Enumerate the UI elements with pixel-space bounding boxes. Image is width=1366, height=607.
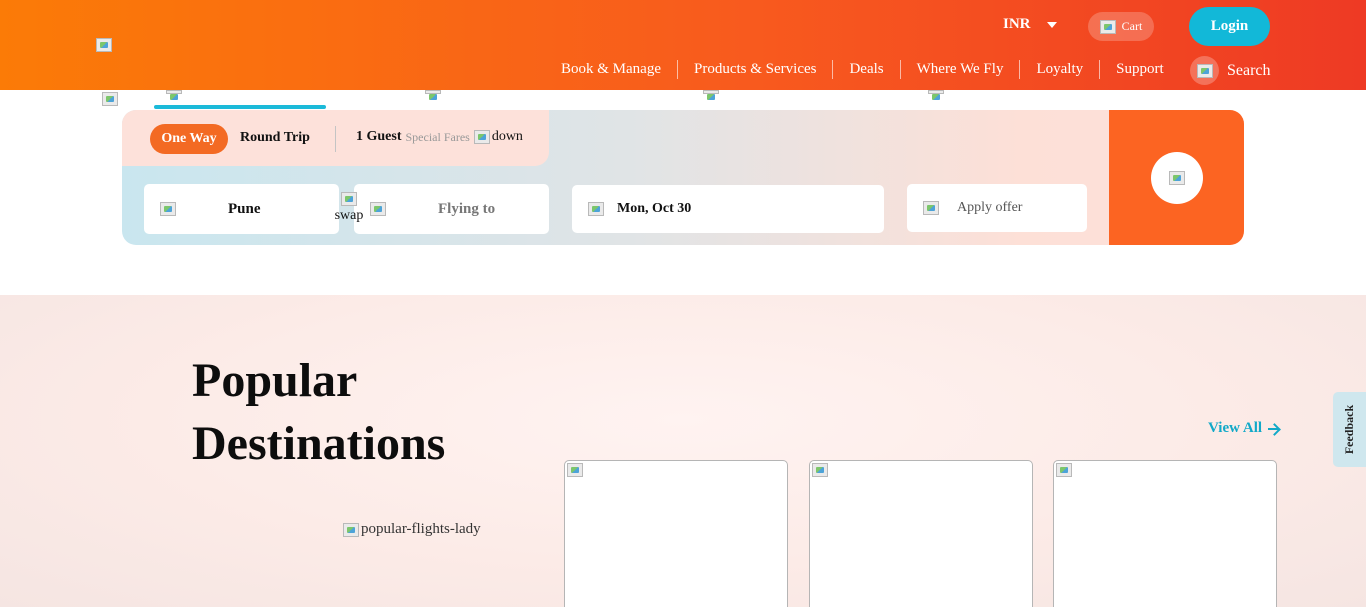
down-icon — [473, 130, 490, 144]
cart-button[interactable]: Cart — [1088, 12, 1154, 41]
search-label: Search — [1227, 61, 1271, 79]
cart-label: Cart — [1121, 19, 1143, 33]
guests-count: 1 Guest — [356, 129, 402, 144]
trip-type-bar: One Way Round Trip 1 Guest Special Fares… — [122, 110, 549, 166]
nav-support[interactable]: Support — [1099, 60, 1180, 79]
brand-logo[interactable] — [96, 38, 112, 52]
arrow-right-icon — [1169, 171, 1185, 185]
section-title: Popular Destinations — [192, 354, 446, 470]
tab-icon-2[interactable] — [425, 90, 441, 100]
from-value: Pune — [228, 200, 261, 217]
to-placeholder: Flying to — [438, 200, 496, 217]
nav-loyalty[interactable]: Loyalty — [1019, 60, 1099, 79]
main-nav: Book & Manage Products & Services Deals … — [545, 60, 1180, 79]
feedback-label: Feedback — [1342, 404, 1356, 455]
round-trip-toggle[interactable]: Round Trip — [240, 130, 310, 146]
booking-widget: One Way Round Trip 1 Guest Special Fares… — [122, 110, 1244, 245]
to-field[interactable]: Flying to — [354, 184, 549, 234]
guests-selector[interactable]: 1 Guest Special Fares down — [356, 129, 523, 145]
swap-icon — [341, 192, 357, 206]
destination-card[interactable] — [1053, 460, 1277, 607]
divider — [335, 126, 336, 152]
arrow-right-icon — [1268, 423, 1280, 435]
destination-image — [567, 463, 583, 477]
down-alt-text: down — [491, 129, 523, 144]
view-all-link[interactable]: View All — [1208, 420, 1280, 437]
currency-label: INR — [1003, 16, 1031, 32]
chevron-down-icon: down — [473, 129, 523, 145]
one-way-toggle[interactable]: One Way — [150, 124, 228, 154]
tab-icon-3[interactable] — [703, 90, 719, 100]
date-field[interactable]: Mon, Oct 30 — [572, 185, 884, 233]
popular-flights-lady-image: popular-flights-lady — [343, 521, 481, 538]
calendar-icon — [588, 202, 604, 216]
tab-flights-icon[interactable] — [102, 92, 118, 106]
feedback-tab[interactable]: Feedback — [1333, 392, 1366, 467]
from-field[interactable]: Pune — [144, 184, 339, 234]
search-icon — [1196, 63, 1213, 78]
currency-selector[interactable]: INR — [1003, 16, 1057, 33]
arrival-icon — [370, 202, 386, 216]
search-flights-button[interactable] — [1151, 152, 1203, 204]
special-fares-label: Special Fares — [405, 129, 470, 144]
nav-products-services[interactable]: Products & Services — [676, 60, 832, 79]
image-placeholder-icon — [343, 522, 359, 537]
view-all-label: View All — [1208, 420, 1263, 436]
search-button[interactable]: Search — [1190, 56, 1271, 85]
destination-card[interactable] — [809, 460, 1033, 607]
offer-placeholder: Apply offer — [957, 200, 1023, 215]
search-flights-panel — [1109, 110, 1244, 245]
destination-image — [812, 463, 828, 477]
destination-card[interactable] — [564, 460, 788, 607]
nav-where-we-fly[interactable]: Where We Fly — [899, 60, 1020, 79]
active-tab-indicator — [154, 105, 326, 109]
swap-alt-text: swap — [334, 208, 364, 223]
date-value: Mon, Oct 30 — [617, 201, 692, 216]
popular-destinations-section: Popular Destinations popular-flights-lad… — [0, 295, 1366, 607]
search-icon-wrapper — [1190, 56, 1219, 85]
lady-alt-text: popular-flights-lady — [361, 521, 481, 537]
offer-field[interactable]: Apply offer — [907, 184, 1087, 232]
swap-button[interactable]: swap — [332, 192, 366, 224]
nav-deals[interactable]: Deals — [832, 60, 899, 79]
tab-icon-1[interactable] — [166, 90, 182, 100]
destination-image — [1056, 463, 1072, 477]
site-header: INR Cart Login Book & Manage Products & … — [0, 0, 1366, 90]
tab-icon-4[interactable] — [928, 90, 944, 100]
cart-icon — [1099, 19, 1116, 34]
nav-book-manage[interactable]: Book & Manage — [545, 60, 677, 79]
departure-icon — [160, 202, 176, 216]
offer-icon — [923, 201, 939, 215]
chevron-down-icon — [1046, 21, 1057, 28]
login-button[interactable]: Login — [1189, 7, 1270, 46]
